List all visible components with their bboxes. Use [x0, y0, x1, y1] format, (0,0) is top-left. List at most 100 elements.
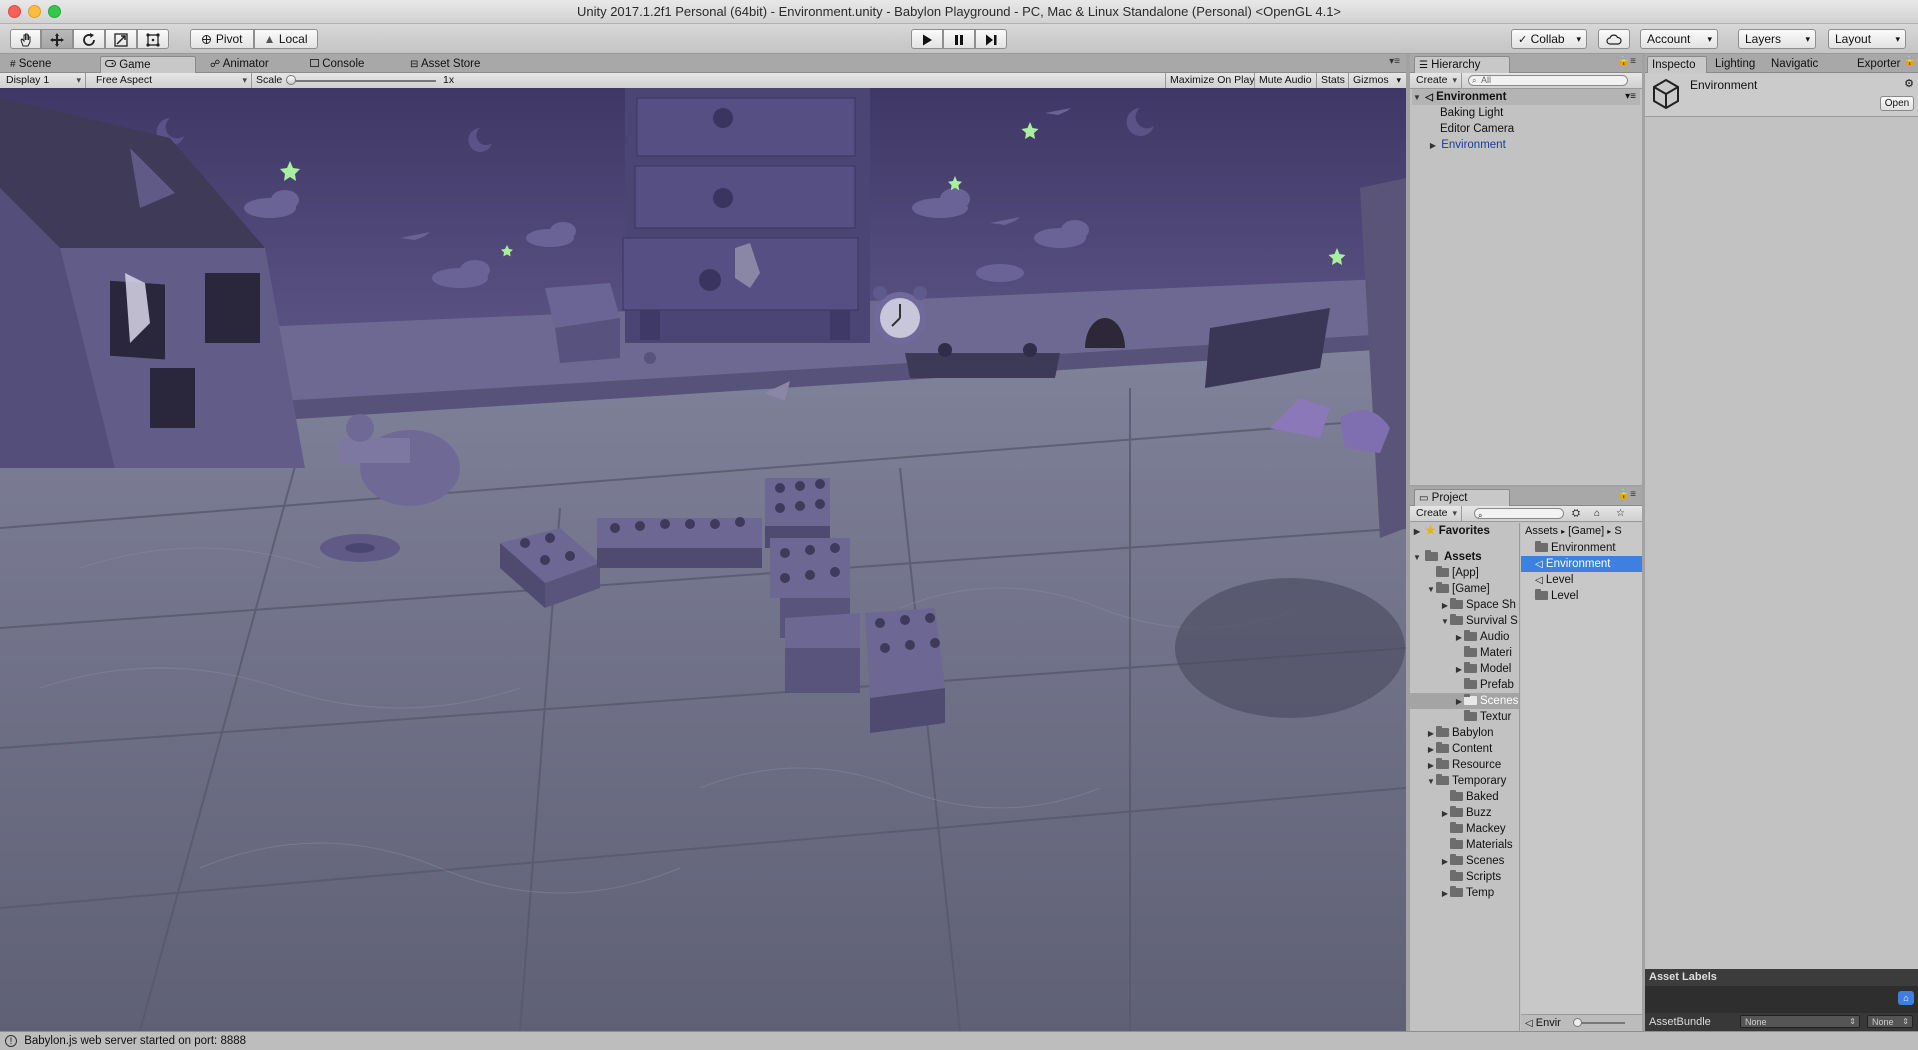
folder-row[interactable]: ▶ Babylon: [1426, 725, 1494, 741]
stats-toggle[interactable]: Stats: [1316, 73, 1349, 88]
file-row[interactable]: Environment: [1521, 540, 1642, 556]
step-button[interactable]: [975, 29, 1007, 49]
asset-variant-dropdown[interactable]: None ⇕: [1867, 1015, 1913, 1028]
folder-row[interactable]: [App]: [1426, 565, 1479, 581]
cloud-button[interactable]: [1598, 29, 1630, 49]
tab-exporter[interactable]: Exporter: [1853, 56, 1909, 73]
favorites-row[interactable]: ▶ ★ Favorites: [1412, 523, 1490, 539]
folder-row[interactable]: ▼ [Game]: [1426, 581, 1490, 597]
filter-type-icon[interactable]: ⛭: [1572, 506, 1580, 521]
folder-row[interactable]: ▶ Content: [1426, 741, 1492, 757]
hand-tool-button[interactable]: [10, 29, 41, 49]
filter-label-icon[interactable]: ⌂: [1594, 506, 1600, 521]
open-button[interactable]: Open: [1880, 96, 1914, 111]
tab-navigation[interactable]: Navigatic: [1767, 56, 1833, 73]
folder-row[interactable]: Baked: [1440, 789, 1499, 805]
icon-size-slider[interactable]: [1575, 1022, 1625, 1024]
tab-inspector[interactable]: Inspecto: [1647, 56, 1707, 73]
move-tool-button[interactable]: [41, 29, 73, 49]
folder-row[interactable]: Scripts: [1440, 869, 1501, 885]
tab-asset-store[interactable]: ⊟ Asset Store: [406, 56, 506, 73]
pivot-toggle-button[interactable]: Pivot: [190, 29, 254, 49]
pause-button[interactable]: [943, 29, 975, 49]
status-message[interactable]: Babylon.js web server started on port: 8…: [24, 1035, 246, 1047]
chevron-down-icon: ▾: [1707, 34, 1712, 44]
rotate-tool-button[interactable]: [73, 29, 105, 49]
folder-row[interactable]: ▶ Audio: [1454, 629, 1509, 645]
display-dropdown[interactable]: Display 1: [0, 73, 86, 88]
gizmos-dropdown[interactable]: Gizmos ▾: [1348, 73, 1404, 88]
folder-row[interactable]: ▼ Temporary: [1426, 773, 1506, 789]
hierarchy-item[interactable]: Editor Camera: [1440, 121, 1514, 137]
rect-tool-button[interactable]: [137, 29, 169, 49]
project-search-input[interactable]: ⌕: [1474, 508, 1564, 520]
hierarchy-item-prefab[interactable]: ▶ Environment: [1428, 137, 1506, 153]
folder-row[interactable]: ▶ Buzz: [1440, 805, 1492, 821]
status-bar: ! Babylon.js web server started on port:…: [0, 1031, 1918, 1050]
folder-row-selected[interactable]: ▶ Scenes: [1410, 693, 1519, 709]
zoom-window-button[interactable]: [48, 5, 61, 18]
gear-icon[interactable]: ⚙: [1904, 77, 1914, 90]
mute-audio-toggle[interactable]: Mute Audio: [1254, 73, 1316, 88]
collab-dropdown[interactable]: ✓ Collab ▾: [1511, 29, 1587, 49]
asset-bundle-dropdown[interactable]: None ⇕: [1740, 1015, 1860, 1028]
file-row[interactable]: ◁ Level: [1521, 572, 1642, 588]
lock-icon[interactable]: 🔒≡: [1618, 56, 1636, 67]
file-row-selected[interactable]: ◁ Environment: [1521, 556, 1642, 572]
tab-game[interactable]: Game: [100, 56, 196, 73]
lock-icon[interactable]: 🔒≡: [1618, 489, 1636, 500]
minimize-window-button[interactable]: [28, 5, 41, 18]
tag-icon[interactable]: ⌂: [1898, 991, 1914, 1005]
play-button[interactable]: [911, 29, 943, 49]
file-row[interactable]: Level: [1521, 588, 1642, 604]
collapse-arrow-icon: ▶: [1455, 633, 1463, 642]
collapse-arrow-icon: ▶: [1441, 601, 1449, 610]
scale-slider-track[interactable]: [290, 80, 436, 82]
hierarchy-item[interactable]: Baking Light: [1440, 105, 1503, 121]
scale-tool-button[interactable]: [105, 29, 137, 49]
tab-project[interactable]: ▭ Project: [1414, 489, 1510, 506]
assets-row[interactable]: ▼ Assets: [1412, 549, 1482, 565]
local-toggle-button[interactable]: Local: [254, 29, 318, 49]
scene-menu-icon[interactable]: ▾≡: [1625, 89, 1636, 105]
folder-row[interactable]: ▶ Temp: [1440, 885, 1494, 901]
icon-size-thumb[interactable]: [1573, 1018, 1582, 1027]
folder-row[interactable]: Mackey: [1440, 821, 1506, 837]
game-view[interactable]: [0, 88, 1406, 1031]
tab-animator[interactable]: ☍ Animator: [206, 56, 296, 73]
folder-row[interactable]: Textur: [1454, 709, 1511, 725]
folder-row[interactable]: Prefab: [1454, 677, 1514, 693]
folder-row[interactable]: ▶ Scenes: [1440, 853, 1504, 869]
hierarchy-create-dropdown[interactable]: Create: [1410, 73, 1462, 88]
tab-lighting[interactable]: Lighting: [1711, 56, 1769, 73]
folder-row[interactable]: ▶ Space Sh: [1440, 597, 1516, 613]
scale-slider-thumb[interactable]: [286, 75, 296, 85]
folder-row[interactable]: ▶ Resource: [1426, 757, 1501, 773]
breadcrumb-item[interactable]: Assets: [1525, 525, 1558, 537]
project-create-dropdown[interactable]: Create: [1410, 506, 1462, 521]
unity-scene-icon: ◁: [1425, 92, 1433, 103]
hierarchy-search-input[interactable]: ⌕ All: [1468, 75, 1628, 86]
folder-row[interactable]: ▶ Model: [1454, 661, 1511, 677]
star-icon[interactable]: ☆: [1616, 506, 1625, 521]
scene-row[interactable]: ▼ ◁ Environment ▾≡: [1412, 89, 1640, 105]
folder-row[interactable]: Materials: [1440, 837, 1513, 853]
layout-dropdown[interactable]: Layout ▾: [1828, 29, 1906, 49]
breadcrumb-item[interactable]: [Game]: [1568, 525, 1604, 537]
aspect-dropdown[interactable]: Free Aspect: [90, 73, 252, 88]
panel-menu-icon[interactable]: ▾≡: [1389, 56, 1400, 67]
close-window-button[interactable]: [8, 5, 21, 18]
tab-console[interactable]: Console: [306, 56, 396, 73]
breadcrumb-item[interactable]: S: [1614, 525, 1621, 537]
folder-icon: [1436, 726, 1449, 737]
account-dropdown[interactable]: Account ▾: [1640, 29, 1718, 49]
folder-row[interactable]: ▼ Survival S: [1440, 613, 1518, 629]
folder-row[interactable]: Materi: [1454, 645, 1512, 661]
layers-dropdown[interactable]: Layers ▾: [1738, 29, 1816, 49]
title-bar: Unity 2017.1.2f1 Personal (64bit) - Envi…: [0, 0, 1918, 24]
info-icon: !: [5, 1035, 17, 1047]
lock-icon[interactable]: 🔒: [1904, 56, 1916, 67]
maximize-on-play-toggle[interactable]: Maximize On Play: [1165, 73, 1259, 88]
tab-scene[interactable]: # Scene: [6, 56, 90, 73]
tab-hierarchy[interactable]: ☰ Hierarchy: [1414, 56, 1510, 73]
